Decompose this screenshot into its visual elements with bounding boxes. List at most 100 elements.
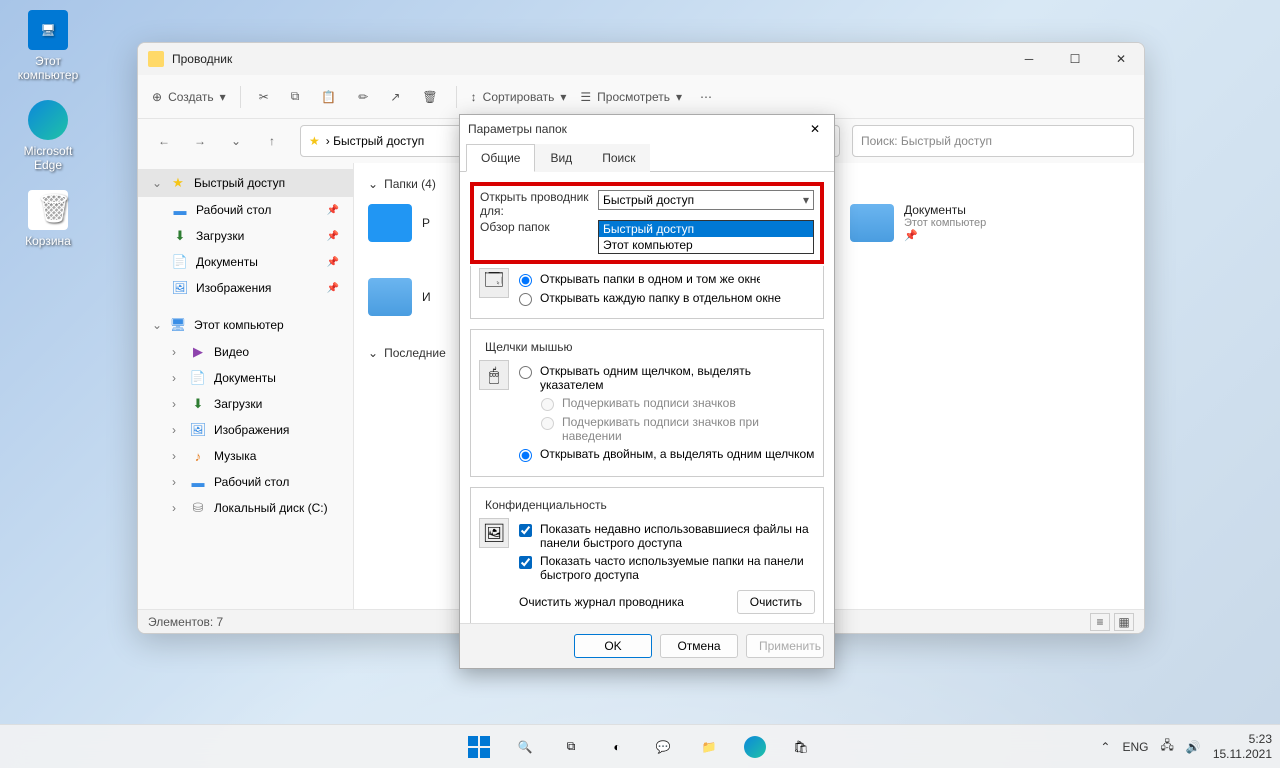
- clicks-legend: Щелчки мышью: [481, 340, 577, 354]
- view-menu[interactable]: ☰Просмотреть▾: [580, 90, 682, 104]
- desktop-icon-recycle-bin[interactable]: Корзина: [10, 190, 86, 248]
- search-button[interactable]: 🔍: [505, 727, 545, 767]
- sidebar-item-pictures[interactable]: 🖼Изображения📌: [138, 275, 353, 301]
- more-icon[interactable]: ⋯: [696, 86, 716, 108]
- sidebar-item-downloads2[interactable]: ›⬇Загрузки: [138, 391, 353, 417]
- sidebar: ⌄★Быстрый доступ ▬Рабочий стол📌 ⬇Загрузк…: [138, 163, 354, 609]
- tray-volume-icon[interactable]: 🔊: [1186, 740, 1201, 754]
- dialog-title: Параметры папок: [468, 122, 804, 136]
- tab-search[interactable]: Поиск: [587, 144, 650, 172]
- radio-single-click[interactable]: [519, 366, 532, 379]
- pc-icon: 🖥: [170, 317, 186, 333]
- dialog-close-button[interactable]: ✕: [804, 120, 826, 138]
- dialog-tabs: Общие Вид Поиск: [460, 143, 834, 172]
- minimize-button[interactable]: ─: [1006, 43, 1052, 75]
- apply-button: Применить: [746, 634, 824, 658]
- privacy-legend: Конфиденциальность: [481, 498, 611, 512]
- task-view-button[interactable]: ⧉: [551, 727, 591, 767]
- view-details-button[interactable]: ≡: [1090, 613, 1110, 631]
- radio-underline-always: [541, 398, 554, 411]
- open-for-combo[interactable]: Быстрый доступ: [598, 190, 814, 210]
- widgets-button[interactable]: ◐: [597, 727, 637, 767]
- recent-button[interactable]: ⌄: [220, 125, 252, 157]
- up-button[interactable]: ↑: [256, 125, 288, 157]
- cancel-button[interactable]: Отмена: [660, 634, 738, 658]
- open-for-label: Открыть проводник для:: [480, 190, 590, 218]
- delete-icon[interactable]: 🗑: [418, 86, 441, 108]
- tray-chevron[interactable]: ⌃: [1100, 740, 1110, 754]
- maximize-button[interactable]: ☐: [1052, 43, 1098, 75]
- desktop-icon-this-pc[interactable]: 🖥 Этот компьютер: [10, 10, 86, 82]
- sidebar-this-pc[interactable]: ⌄🖥Этот компьютер: [138, 311, 353, 339]
- search-input[interactable]: Поиск: Быстрый доступ: [852, 125, 1134, 157]
- new-button[interactable]: ⊕Создать▾: [152, 90, 226, 104]
- ok-button[interactable]: OK: [574, 634, 652, 658]
- paste-icon[interactable]: 📋: [317, 86, 340, 108]
- radio-same-window[interactable]: [519, 274, 532, 287]
- check-show-recent-files[interactable]: [519, 524, 532, 537]
- sidebar-item-videos[interactable]: ›▶Видео: [138, 339, 353, 365]
- tray-clock[interactable]: 5:23 15.11.2021: [1213, 732, 1272, 761]
- tab-view[interactable]: Вид: [535, 144, 587, 172]
- pc-icon: 🖥: [28, 10, 68, 50]
- sidebar-item-music[interactable]: ›♪Музыка: [138, 443, 353, 469]
- edge-icon: [28, 100, 68, 140]
- pin-icon: 📌: [327, 205, 339, 216]
- browse-preview-icon: 🗔: [479, 268, 509, 298]
- radio-new-window[interactable]: [519, 293, 532, 306]
- check-show-frequent-folders[interactable]: [519, 556, 532, 569]
- folder-icon: [850, 204, 894, 242]
- rename-icon[interactable]: ✏: [354, 86, 372, 108]
- edge-taskbar-button[interactable]: [735, 727, 775, 767]
- browse-label: Обзор папок: [480, 220, 590, 234]
- chat-button[interactable]: 💬: [643, 727, 683, 767]
- dropdown-option-quick-access[interactable]: Быстрый доступ: [599, 221, 813, 237]
- pin-icon: 📌: [327, 231, 339, 242]
- recycle-bin-icon: [28, 190, 68, 230]
- sidebar-item-documents2[interactable]: ›📄Документы: [138, 365, 353, 391]
- star-icon: ★: [170, 175, 186, 191]
- titlebar[interactable]: Проводник ─ ☐ ✕: [138, 43, 1144, 75]
- sidebar-item-desktop2[interactable]: ›▬Рабочий стол: [138, 469, 353, 495]
- breadcrumb: Быстрый доступ: [333, 134, 424, 148]
- sidebar-item-pictures2[interactable]: ›🖼Изображения: [138, 417, 353, 443]
- share-icon[interactable]: ↗: [386, 86, 404, 108]
- dialog-titlebar[interactable]: Параметры папок ✕: [460, 115, 834, 143]
- cut-icon[interactable]: ✂: [255, 86, 273, 108]
- store-taskbar-button[interactable]: 🛍: [781, 727, 821, 767]
- clear-history-label: Очистить журнал проводника: [519, 595, 727, 609]
- radio-underline-hover: [541, 417, 554, 430]
- start-button[interactable]: [459, 727, 499, 767]
- privacy-preview-icon: 🖼: [479, 518, 509, 548]
- folder-icon: [368, 278, 412, 316]
- window-title: Проводник: [172, 52, 1006, 66]
- open-for-dropdown: Быстрый доступ Этот компьютер: [598, 220, 814, 254]
- close-button[interactable]: ✕: [1098, 43, 1144, 75]
- folder-item-documents[interactable]: ДокументыЭтот компьютер📌: [850, 203, 1040, 242]
- toolbar: ⊕Создать▾ ✂ ⧉ 📋 ✏ ↗ 🗑 ↕Сортировать▾ ☰Про…: [138, 75, 1144, 119]
- radio-double-click[interactable]: [519, 449, 532, 462]
- sidebar-item-documents[interactable]: 📄Документы📌: [138, 249, 353, 275]
- explorer-taskbar-button[interactable]: 📁: [689, 727, 729, 767]
- forward-button[interactable]: →: [184, 125, 216, 157]
- view-large-button[interactable]: ▦: [1114, 613, 1134, 631]
- copy-icon[interactable]: ⧉: [287, 85, 304, 108]
- back-button[interactable]: ←: [148, 125, 180, 157]
- clear-button[interactable]: Очистить: [737, 590, 815, 614]
- click-preview-icon: 🖱: [479, 360, 509, 390]
- star-icon: ★: [309, 134, 320, 148]
- sidebar-item-local-disk[interactable]: ›⛁Локальный диск (C:): [138, 495, 353, 521]
- tray-language[interactable]: ENG: [1122, 740, 1148, 754]
- folder-options-dialog: Параметры папок ✕ Общие Вид Поиск Открыт…: [459, 114, 835, 669]
- highlighted-area: Открыть проводник для: Быстрый доступ Об…: [470, 182, 824, 264]
- tab-general[interactable]: Общие: [466, 144, 535, 172]
- desktop-icon-edge[interactable]: Microsoft Edge: [10, 100, 86, 172]
- sidebar-item-desktop[interactable]: ▬Рабочий стол📌: [138, 197, 353, 223]
- folder-icon: [148, 51, 164, 67]
- sort-menu[interactable]: ↕Сортировать▾: [471, 90, 567, 104]
- dropdown-option-this-pc[interactable]: Этот компьютер: [599, 237, 813, 253]
- taskbar: 🔍 ⧉ ◐ 💬 📁 🛍 ⌃ ENG 🖧 🔊 5:23 15.11.2021: [0, 724, 1280, 768]
- sidebar-quick-access[interactable]: ⌄★Быстрый доступ: [138, 169, 353, 197]
- tray-network-icon[interactable]: 🖧: [1160, 736, 1173, 757]
- sidebar-item-downloads[interactable]: ⬇Загрузки📌: [138, 223, 353, 249]
